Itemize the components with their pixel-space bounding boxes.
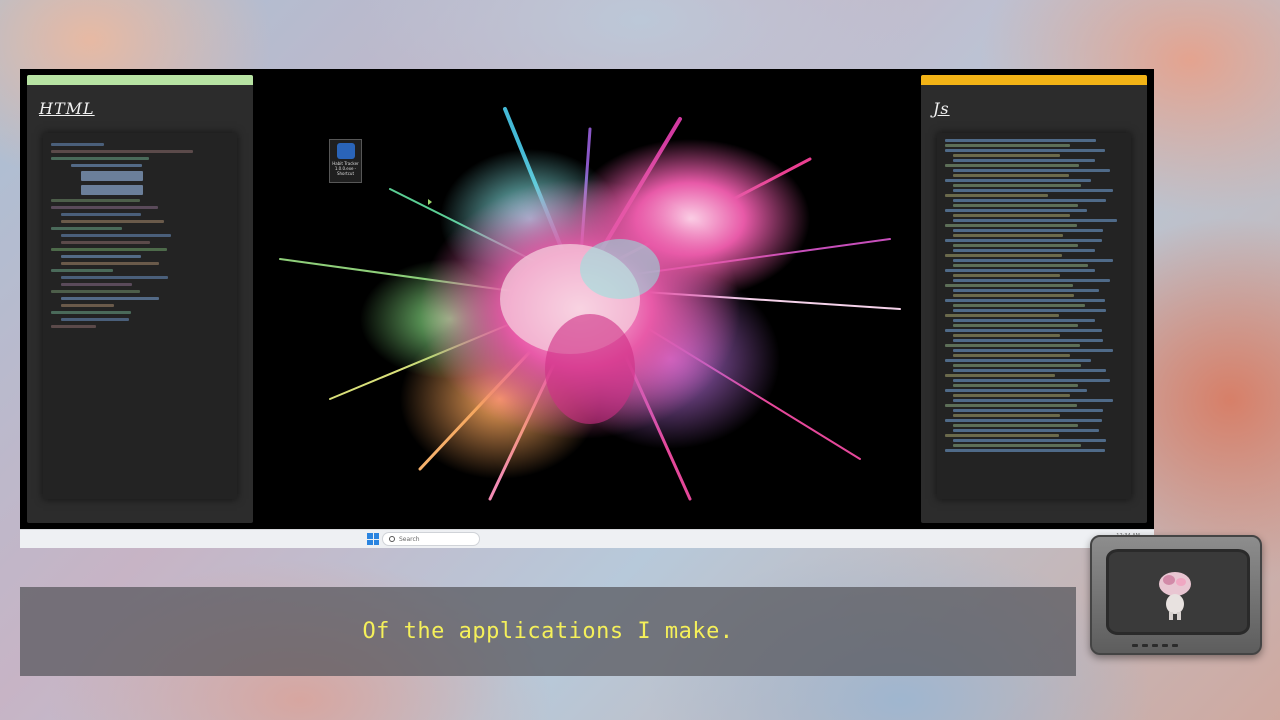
subtitle-caption: Of the applications I make.	[20, 587, 1076, 676]
screen-recording: HTML Js Habit Tracker 1.0.0.exe - Shortc…	[20, 69, 1154, 529]
html-code-panel: HTML	[27, 75, 253, 523]
js-code-preview	[937, 133, 1131, 499]
js-panel-title: Js	[933, 99, 950, 118]
tv-buttons	[1132, 644, 1178, 647]
mouse-cursor-icon	[428, 199, 432, 205]
html-panel-title: HTML	[39, 99, 95, 118]
html-code-lines	[43, 133, 237, 334]
shortcut-label: Habit Tracker 1.0.0.exe - Shortcut	[332, 161, 359, 176]
js-panel-accent-bar	[921, 75, 1147, 85]
wallpaper-explosion	[279, 107, 901, 501]
mascot-icon	[1159, 572, 1191, 620]
habit-tracker-shortcut[interactable]: Habit Tracker 1.0.0.exe - Shortcut	[329, 139, 362, 183]
js-code-panel: Js	[921, 75, 1147, 523]
subtitle-text: Of the applications I make.	[362, 619, 734, 644]
taskbar-search[interactable]: Search	[382, 532, 480, 546]
html-code-preview	[43, 133, 237, 499]
app-shortcut-icon	[336, 143, 355, 159]
html-panel-accent-bar	[27, 75, 253, 85]
search-icon	[389, 536, 395, 542]
taskbar: Search 12:34 AM	[20, 529, 1154, 548]
windows-start-icon[interactable]	[367, 533, 379, 545]
search-placeholder: Search	[399, 535, 420, 543]
tv-screen	[1106, 549, 1250, 635]
js-code-lines	[937, 133, 1131, 456]
tv-icon	[1090, 535, 1262, 655]
